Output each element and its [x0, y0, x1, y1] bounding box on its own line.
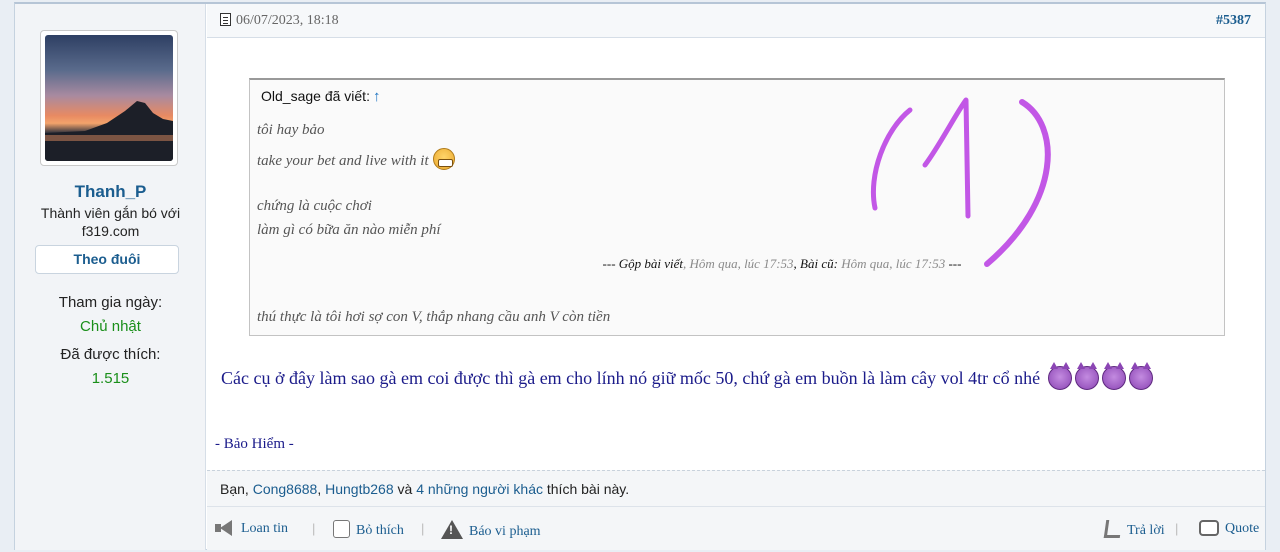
quote-label: Quote — [1225, 521, 1260, 536]
user-sidebar: Thanh_P Thành viên gắn bó với f319.com T… — [15, 4, 206, 550]
joined-label: Tham gia ngày: — [58, 294, 163, 311]
likes-suffix: thích bài này. — [542, 481, 630, 497]
share-label: Loan tin — [241, 521, 289, 536]
reply-icon — [1103, 520, 1123, 538]
thumbs-down-icon — [333, 520, 350, 538]
post-date: 06/07/2023, 18:18 — [236, 13, 339, 28]
warning-icon — [441, 520, 463, 539]
post-body: Các cụ ở đây làm sao gà em coi được thì … — [221, 362, 1153, 390]
merge-suffix: --- — [945, 256, 962, 271]
likes-received-value: 1.515 — [91, 370, 130, 387]
merge-prefix: --- — [602, 256, 619, 271]
post-body-text: Các cụ ở đây làm sao gà em coi được thì … — [221, 368, 1041, 388]
liker-link[interactable]: Cong8688 — [253, 481, 318, 497]
report-button[interactable]: Báo vi phạm — [441, 520, 541, 540]
username[interactable]: Thanh_P — [15, 182, 206, 202]
other-likers-link[interactable]: 4 những người khác — [416, 481, 543, 497]
avatar[interactable] — [45, 35, 173, 161]
avatar-frame[interactable] — [40, 30, 178, 166]
avatar-landscape — [45, 101, 173, 161]
likes-summary: Bạn, Cong8688, Hungtb268 và 4 những ngườ… — [207, 470, 1265, 506]
reply-button[interactable]: Trả lời — [1103, 520, 1165, 539]
share-button[interactable]: Loan tin — [215, 520, 288, 537]
likes-separator: , — [244, 481, 253, 497]
devil-emoji-icon — [1101, 362, 1126, 390]
post-container: Thanh_P Thành viên gắn bó với f319.com T… — [14, 2, 1266, 550]
quote-line: chứng là cuộc chơi — [257, 198, 372, 214]
report-label: Báo vi phạm — [469, 524, 541, 539]
merge-time: , Hôm qua, lúc 17:53 — [683, 256, 794, 271]
likes-and: và — [393, 481, 417, 497]
quote-line: take your bet and live with it — [257, 148, 455, 170]
quote-author-line: Old_sage đã viết: ↑ — [261, 88, 380, 105]
follow-button[interactable]: Theo đuôi — [35, 245, 179, 274]
quote-bubble-icon — [1199, 520, 1219, 536]
reply-label: Trả lời — [1127, 523, 1165, 538]
signature: - Bảo Hiểm - — [215, 436, 294, 452]
unlike-label: Bỏ thích — [356, 523, 404, 538]
merge-notice: --- Gộp bài viết, Hôm qua, lúc 17:53, Bà… — [250, 256, 1226, 272]
likes-separator: , — [317, 481, 326, 497]
post-header: 06/07/2023, 18:18 #5387 — [207, 4, 1265, 38]
post-main: 06/07/2023, 18:18 #5387 Old_sage đã viết… — [207, 4, 1265, 550]
action-separator: | — [421, 521, 425, 536]
grin-emoji-icon — [432, 148, 455, 170]
quote-block: Old_sage đã viết: ↑ tôi hay bảo take your… — [249, 78, 1225, 336]
post-permalink[interactable]: #5387 — [1216, 13, 1251, 29]
merge-label: Gộp bài viết — [618, 256, 684, 271]
action-separator: | — [1175, 521, 1179, 536]
likes-you: Bạn — [220, 481, 245, 497]
quote-line: làm gì có bữa ăn nào miễn phí — [257, 222, 441, 238]
quote-jump-arrow-icon[interactable]: ↑ — [373, 88, 381, 105]
old-post-label: , Bài cũ: — [793, 256, 838, 271]
quote-line: tôi hay bảo — [257, 122, 325, 138]
user-title: Thành viên gắn bó với f319.com — [40, 205, 181, 239]
speaker-icon — [215, 520, 235, 536]
quote-author: Old_sage đã viết: — [261, 88, 370, 104]
unlike-button[interactable]: Bỏ thích — [333, 520, 404, 539]
quote-line-text: take your bet and live with it — [257, 153, 429, 169]
liker-link[interactable]: Hungtb268 — [325, 481, 394, 497]
document-icon — [220, 13, 231, 26]
old-post-time: Hôm qua, lúc 17:53 — [837, 256, 946, 271]
quote-button[interactable]: Quote — [1199, 520, 1259, 537]
joined-value: Chủ nhật — [80, 318, 141, 335]
action-separator: | — [312, 521, 316, 536]
quote-line: thú thực là tôi hơi sợ con V, thắp nhang… — [257, 309, 611, 325]
devil-emoji-icon — [1047, 362, 1072, 390]
post-actions: Loan tin | Bỏ thích | Báo vi phạm Trả lờ… — [207, 506, 1265, 550]
devil-emoji-icon — [1128, 362, 1153, 390]
likes-received-label: Đã được thích: — [60, 346, 161, 363]
devil-emoji-icon — [1074, 362, 1099, 390]
